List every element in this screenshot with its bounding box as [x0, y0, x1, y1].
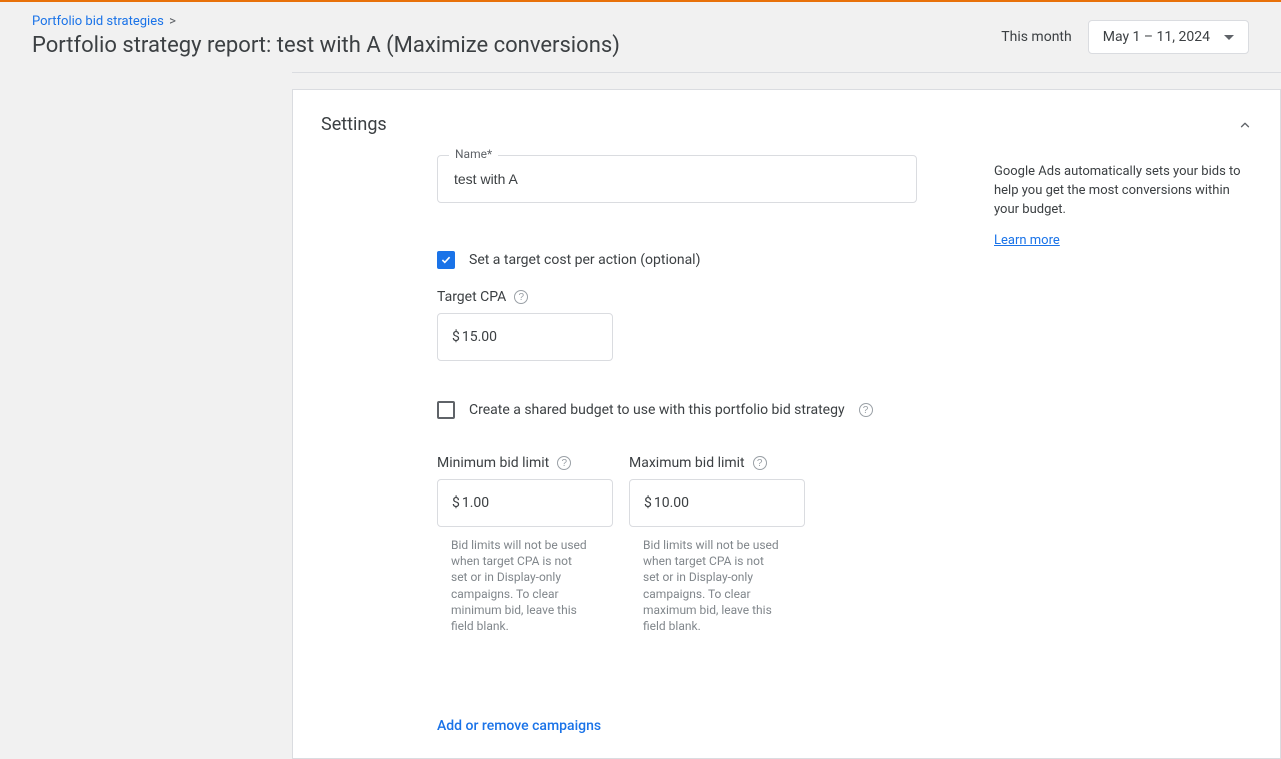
chevron-up-icon[interactable] [1238, 118, 1252, 132]
target-cpa-input[interactable]: $ 15.00 [437, 313, 613, 361]
date-preset-label: This month [1001, 29, 1071, 45]
page-header: Portfolio bid strategies > Portfolio str… [0, 2, 1281, 72]
target-cpa-label: Target CPA [437, 289, 506, 305]
help-icon[interactable]: ? [753, 456, 767, 470]
currency-prefix: $ [452, 329, 460, 345]
max-bid-input[interactable]: $ 10.00 [629, 479, 805, 527]
check-icon [441, 256, 451, 264]
card-header: Settings [293, 90, 1280, 155]
info-text: Google Ads automatically sets your bids … [994, 163, 1256, 220]
card-body: Name* Set a target cost per action (opti… [293, 155, 1280, 734]
card-title: Settings [321, 114, 387, 135]
min-bid-helper-text: Bid limits will not be used when target … [437, 537, 587, 634]
page-title: Portfolio strategy report: test with A (… [32, 33, 620, 58]
min-bid-column: Minimum bid limit ? $ 1.00 Bid limits wi… [437, 455, 613, 634]
title-block: Portfolio bid strategies > Portfolio str… [32, 14, 620, 58]
max-bid-label: Maximum bid limit [629, 455, 745, 471]
min-bid-value: 1.00 [462, 495, 489, 511]
settings-card: Settings Name* Set a target cost per act… [292, 89, 1281, 759]
form-column: Name* Set a target cost per action (opti… [293, 155, 980, 734]
target-cpa-value: 15.00 [462, 329, 497, 345]
help-icon[interactable]: ? [514, 290, 528, 304]
max-bid-label-row: Maximum bid limit ? [629, 455, 805, 471]
shared-budget-row: Create a shared budget to use with this … [437, 401, 956, 419]
currency-prefix: $ [644, 495, 652, 511]
set-target-cpa-row: Set a target cost per action (optional) [437, 251, 956, 269]
name-input[interactable] [437, 155, 917, 203]
help-icon[interactable]: ? [859, 403, 873, 417]
date-range-value: May 1 – 11, 2024 [1103, 29, 1210, 45]
info-column: Google Ads automatically sets your bids … [980, 155, 1280, 734]
chevron-down-icon [1224, 35, 1234, 40]
name-label: Name* [449, 147, 498, 161]
learn-more-link[interactable]: Learn more [994, 232, 1060, 251]
max-bid-value: 10.00 [654, 495, 689, 511]
target-cpa-label-row: Target CPA ? [437, 289, 956, 305]
bid-limits: Minimum bid limit ? $ 1.00 Bid limits wi… [437, 455, 956, 634]
min-bid-label-row: Minimum bid limit ? [437, 455, 613, 471]
min-bid-input[interactable]: $ 1.00 [437, 479, 613, 527]
shared-budget-checkbox[interactable] [437, 401, 455, 419]
breadcrumb: Portfolio bid strategies > [32, 14, 620, 29]
max-bid-helper-text: Bid limits will not be used when target … [629, 537, 779, 634]
set-target-cpa-label: Set a target cost per action (optional) [469, 252, 700, 268]
breadcrumb-link[interactable]: Portfolio bid strategies [32, 14, 164, 29]
name-field-wrap: Name* [437, 155, 917, 203]
date-area: This month May 1 – 11, 2024 [1001, 20, 1249, 54]
set-target-cpa-checkbox[interactable] [437, 251, 455, 269]
help-icon[interactable]: ? [557, 456, 571, 470]
currency-prefix: $ [452, 495, 460, 511]
header-divider [292, 72, 1281, 73]
shared-budget-label: Create a shared budget to use with this … [469, 402, 845, 418]
add-remove-campaigns-link[interactable]: Add or remove campaigns [437, 718, 601, 734]
breadcrumb-separator: > [169, 14, 176, 29]
min-bid-label: Minimum bid limit [437, 455, 549, 471]
date-range-dropdown[interactable]: May 1 – 11, 2024 [1088, 20, 1249, 54]
max-bid-column: Maximum bid limit ? $ 10.00 Bid limits w… [629, 455, 805, 634]
